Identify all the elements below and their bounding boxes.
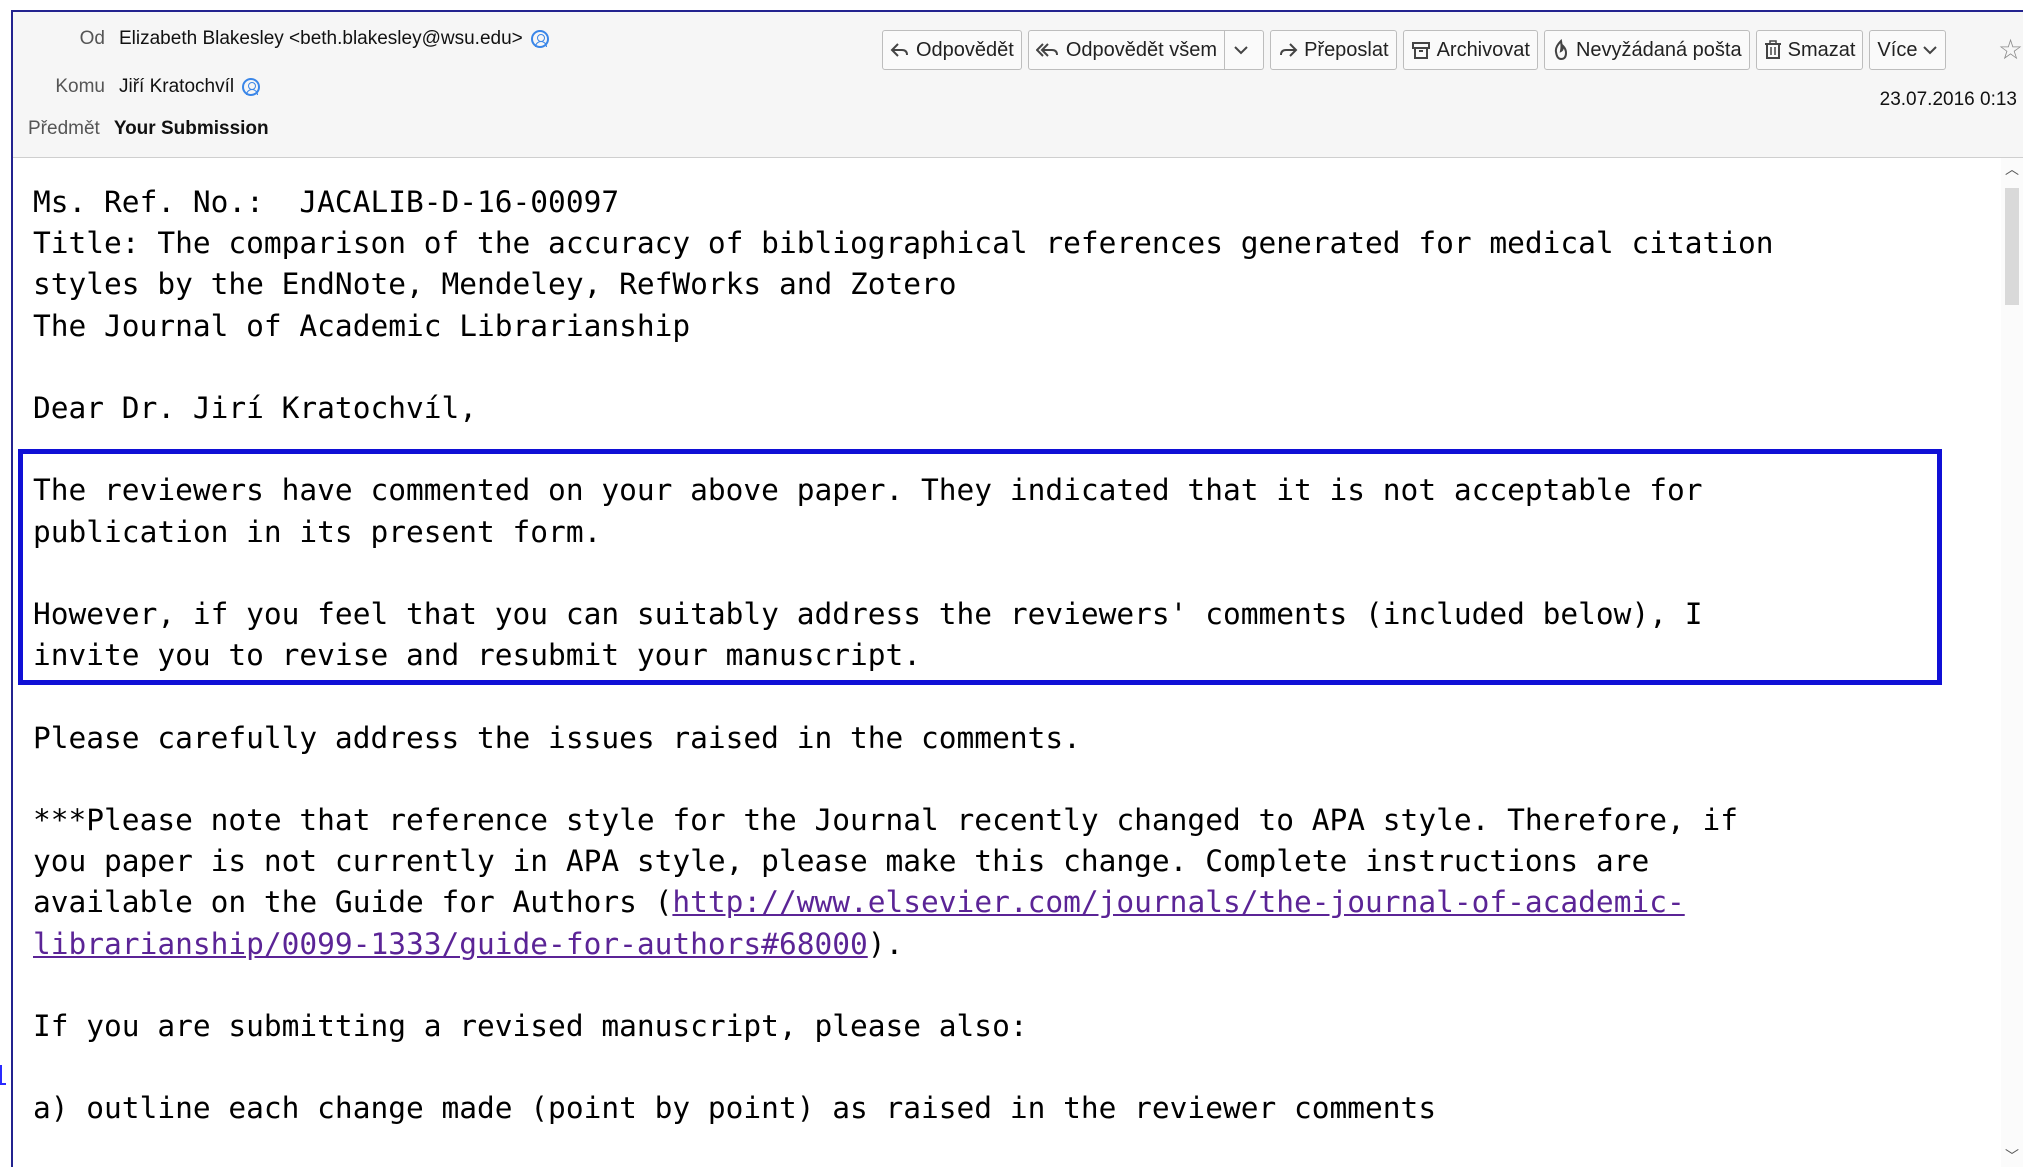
- forward-icon: [1280, 43, 1298, 57]
- paragraph-4-line-2: you paper is not currently in APA style,…: [33, 844, 1650, 879]
- scroll-thumb[interactable]: [2005, 188, 2019, 305]
- reply-all-button[interactable]: Odpovědět všem: [1027, 30, 1226, 70]
- chevron-down-icon: [1234, 46, 1248, 55]
- to-value[interactable]: Jiří Kratochvíl: [119, 76, 234, 98]
- from-value[interactable]: Elizabeth Blakesley <beth.blakesley@wsu.…: [119, 28, 523, 50]
- edge-mark: [0, 1065, 6, 1085]
- delete-button[interactable]: Smazat: [1755, 30, 1864, 70]
- contact-icon[interactable]: [242, 78, 261, 96]
- archive-icon: [1411, 42, 1430, 59]
- paragraph-4-line-1: ***Please note that reference style for …: [33, 803, 1739, 838]
- paragraph-4-line-3: available on the Guide for Authors (http…: [33, 882, 1983, 923]
- scroll-down-arrow-icon[interactable]: ﹀: [2005, 1149, 2019, 1163]
- guide-link-part-2[interactable]: librarianship/0099-1333/guide-for-author…: [33, 927, 868, 961]
- reply-all-label: Odpovědět všem: [1065, 38, 1218, 61]
- reply-button[interactable]: Odpovědět: [882, 30, 1022, 70]
- junk-button[interactable]: Nevyžádaná pošta: [1543, 30, 1750, 70]
- paragraph-3: Please carefully address the issues rais…: [33, 720, 1081, 755]
- scroll-up-arrow-icon[interactable]: ︿: [2005, 162, 2019, 176]
- forward-button[interactable]: Přeposlat: [1270, 30, 1397, 70]
- archive-button[interactable]: Archivovat: [1402, 30, 1538, 70]
- from-row: Od Elizabeth Blakesley <beth.blakesley@w…: [13, 28, 549, 50]
- trash-icon: [1764, 40, 1781, 59]
- title-line-2: styles by the EndNote, Mendeley, RefWork…: [33, 267, 957, 302]
- paragraph-4-line-4: librarianship/0099-1333/guide-for-author…: [33, 924, 1983, 965]
- from-label: Od: [79, 28, 105, 49]
- title-line-1: Title: The comparison of the accuracy of…: [33, 226, 1774, 261]
- star-icon[interactable]: ☆: [1998, 36, 2023, 64]
- reply-icon: [890, 43, 908, 57]
- paragraph-6: a) outline each change made (point by po…: [33, 1091, 1437, 1126]
- forward-label: Přeposlat: [1304, 38, 1389, 61]
- subject-value: Your Submission: [113, 118, 269, 139]
- journal-line: The Journal of Academic Librarianship: [33, 308, 691, 343]
- archive-label: Archivovat: [1436, 38, 1530, 61]
- more-label: Více: [1877, 38, 1918, 61]
- reply-label: Odpovědět: [916, 38, 1014, 61]
- subject-label: Předmět: [28, 118, 100, 139]
- message-header: Od Elizabeth Blakesley <beth.blakesley@w…: [13, 12, 2023, 158]
- reply-all-split: Odpovědět všem: [1027, 30, 1265, 70]
- message-date: 23.07.2016 0:13: [1879, 89, 2017, 110]
- subject-row: Předmět Your Submission: [28, 118, 269, 140]
- highlight-box: [18, 449, 1942, 685]
- to-row: Komu Jiří Kratochvíl: [13, 76, 261, 98]
- message-toolbar: Odpovědět Odpovědět všem Přeposlat Archi…: [882, 30, 1947, 70]
- paragraph-4-tail: ).: [867, 926, 904, 961]
- paragraph-4-text: available on the Guide for Authors (: [33, 885, 673, 920]
- delete-label: Smazat: [1787, 38, 1856, 61]
- greeting-line: Dear Dr. Jirí Kratochvíl,: [33, 391, 478, 426]
- junk-label: Nevyžádaná pošta: [1575, 38, 1742, 61]
- to-label: Komu: [55, 76, 105, 97]
- guide-link-part-1[interactable]: http://www.elsevier.com/journals/the-jou…: [672, 885, 1684, 919]
- chevron-down-icon: [1923, 46, 1938, 55]
- ref-line: Ms. Ref. No.: JACALIB-D-16-00097: [33, 185, 620, 219]
- reply-all-icon: [1035, 43, 1058, 57]
- junk-icon: [1554, 39, 1567, 61]
- more-button[interactable]: Více: [1869, 30, 1947, 70]
- contact-icon[interactable]: [530, 30, 549, 48]
- reply-all-dropdown[interactable]: [1225, 30, 1265, 70]
- vertical-scrollbar[interactable]: ︿ ﹀: [2001, 158, 2023, 1167]
- paragraph-5: If you are submitting a revised manuscri…: [33, 1009, 1028, 1044]
